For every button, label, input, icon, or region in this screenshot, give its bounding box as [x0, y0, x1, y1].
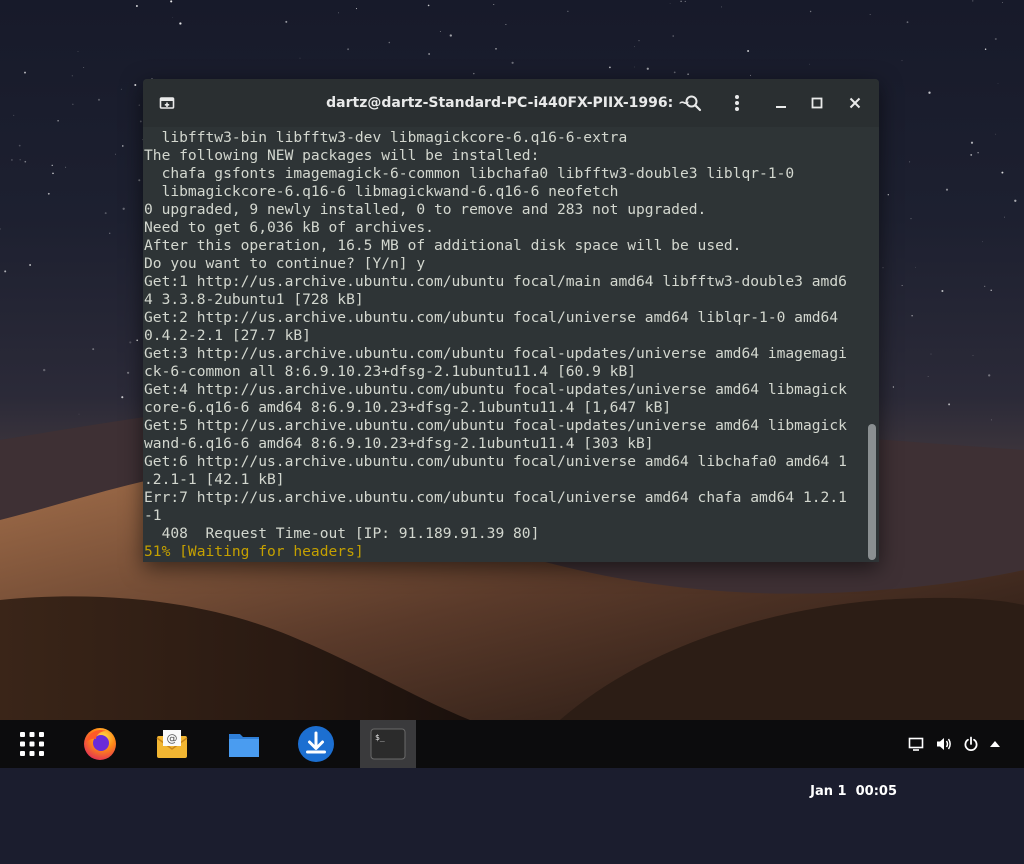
folder-icon	[229, 734, 259, 757]
output-line: After this operation, 16.5 MB of additio…	[144, 237, 742, 254]
search-button[interactable]	[681, 91, 705, 115]
output-line: Get:4 http://us.archive.ubuntu.com/ubunt…	[144, 381, 847, 398]
output-line: Get:1 http://us.archive.ubuntu.com/ubunt…	[144, 273, 847, 290]
output-line: chafa gsfonts imagemagick-6-common libch…	[144, 165, 795, 182]
volume-icon	[937, 738, 951, 750]
minimize-button[interactable]	[769, 91, 793, 115]
new-tab-icon	[159, 97, 175, 109]
output-line: Get:5 http://us.archive.ubuntu.com/ubunt…	[144, 417, 847, 434]
kebab-menu-icon	[735, 95, 739, 111]
screen-icon	[908, 737, 924, 751]
output-line: -1	[144, 507, 162, 524]
files-launcher[interactable]	[220, 724, 268, 764]
maximize-button[interactable]	[805, 91, 829, 115]
power-tray-button[interactable]	[961, 734, 981, 754]
output-line: The following NEW packages will be insta…	[144, 147, 540, 164]
window-title: dartz@dartz-Standard-PC-i440FX-PIIX-1996…	[326, 95, 690, 111]
firefox-icon	[84, 728, 116, 760]
output-line: libfftw3-bin libfftw3-dev libmagickcore-…	[144, 129, 628, 146]
output-line: Get:3 http://us.archive.ubuntu.com/ubunt…	[144, 345, 847, 362]
output-line: wand-6.q16-6 amd64 8:6.9.10.23+dfsg-2.1u…	[144, 435, 654, 452]
svg-text:$_: $_	[375, 733, 385, 742]
output-line: Do you want to continue? [Y/n] y	[144, 255, 426, 272]
new-tab-button[interactable]	[155, 91, 179, 115]
chevron-up-icon	[990, 741, 1000, 747]
power-icon	[964, 736, 978, 751]
close-icon	[849, 97, 861, 109]
progress-line: 51% [Waiting for headers]	[144, 543, 364, 560]
mail-icon: @	[156, 730, 188, 758]
terminal-output[interactable]: libfftw3-bin libfftw3-dev libmagickcore-…	[143, 127, 865, 562]
mail-launcher[interactable]: @	[148, 724, 196, 764]
clock-time: 00:05	[855, 784, 897, 799]
tray-expand-button[interactable]	[985, 734, 1005, 754]
output-line: ck-6-common all 8:6.9.10.23+dfsg-2.1ubun…	[144, 363, 637, 380]
terminal-icon: $_	[370, 728, 406, 760]
output-line: Err:7 http://us.archive.ubuntu.com/ubunt…	[144, 489, 847, 506]
download-icon	[298, 726, 334, 762]
output-line: 0.4.2-2.1 [27.7 kB]	[144, 327, 311, 344]
taskbar-clock[interactable]: Jan 1 00:05	[792, 720, 897, 799]
volume-tray-button[interactable]	[934, 734, 954, 754]
output-line: libmagickcore-6.q16-6 libmagickwand-6.q1…	[144, 183, 619, 200]
output-line: core-6.q16-6 amd64 8:6.9.10.23+dfsg-2.1u…	[144, 399, 672, 416]
output-line: Get:6 http://us.archive.ubuntu.com/ubunt…	[144, 453, 847, 470]
output-line: .2.1-1 [42.1 kB]	[144, 471, 285, 488]
menu-button[interactable]	[725, 91, 749, 115]
terminal-launcher[interactable]: $_	[364, 724, 412, 764]
output-line: 408 Request Time-out [IP: 91.189.91.39 8…	[144, 525, 540, 542]
output-line: Need to get 6,036 kB of archives.	[144, 219, 434, 236]
output-line: 0 upgraded, 9 newly installed, 0 to remo…	[144, 201, 707, 218]
screen-tray-button[interactable]	[906, 734, 926, 754]
maximize-icon	[811, 97, 823, 109]
terminal-scrollbar[interactable]	[865, 127, 879, 562]
clock-date: Jan 1	[810, 784, 847, 799]
terminal-window[interactable]: dartz@dartz-Standard-PC-i440FX-PIIX-1996…	[143, 79, 879, 562]
terminal-titlebar[interactable]: dartz@dartz-Standard-PC-i440FX-PIIX-1996…	[143, 79, 879, 127]
taskbar: @ $_ Jan 1 00:05	[0, 720, 1024, 799]
app-grid-button[interactable]	[8, 724, 56, 764]
minimize-icon	[776, 106, 786, 108]
downloader-launcher[interactable]	[292, 724, 340, 764]
scrollbar-thumb[interactable]	[868, 424, 876, 560]
output-line: 4 3.3.8-2ubuntu1 [728 kB]	[144, 291, 364, 308]
close-button[interactable]	[843, 91, 867, 115]
search-icon	[685, 95, 702, 112]
grid-icon	[20, 732, 44, 756]
svg-text:@: @	[167, 732, 178, 745]
firefox-launcher[interactable]	[76, 724, 124, 764]
output-line: Get:2 http://us.archive.ubuntu.com/ubunt…	[144, 309, 839, 326]
